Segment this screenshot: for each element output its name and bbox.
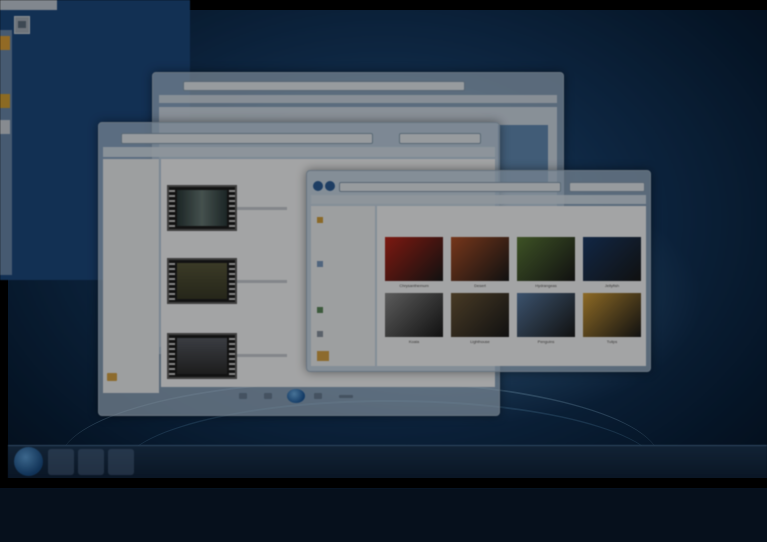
search-input[interactable] xyxy=(569,182,645,192)
toolbar xyxy=(159,95,557,103)
photo-caption: Lighthouse xyxy=(470,339,490,344)
video-meta xyxy=(237,354,287,357)
folder-icon xyxy=(107,373,117,381)
photo-caption: Hydrangeas xyxy=(535,283,557,288)
video-meta xyxy=(237,207,287,210)
photo-thumbnail[interactable] xyxy=(583,237,641,281)
search-input[interactable] xyxy=(399,133,481,144)
start-button[interactable] xyxy=(14,447,43,476)
breadcrumb[interactable] xyxy=(339,182,561,192)
stop-icon[interactable] xyxy=(264,393,272,399)
video-meta xyxy=(237,280,287,283)
photo-caption: Desert xyxy=(474,283,486,288)
favorites-icon xyxy=(317,217,323,223)
homegroup-icon xyxy=(317,307,323,313)
photo-caption: Penguins xyxy=(537,339,555,344)
photo-caption: Koala xyxy=(408,339,420,344)
video-thumbnail[interactable] xyxy=(167,185,237,231)
secondary-screen-strip xyxy=(0,30,12,275)
thumbnail-icon xyxy=(0,94,10,108)
photo-caption: Chrysanthemum xyxy=(399,283,429,288)
photo-thumbnail[interactable] xyxy=(583,293,641,337)
photo-caption: Jellyfish xyxy=(604,283,620,288)
back-arrow-icon[interactable] xyxy=(313,181,323,191)
media-player-icon[interactable] xyxy=(108,449,134,475)
next-icon[interactable] xyxy=(314,393,322,399)
secondary-screen-header xyxy=(0,0,57,10)
taskbar xyxy=(8,445,767,479)
recycle-bin-icon[interactable] xyxy=(14,16,30,34)
photo-thumbnail[interactable] xyxy=(517,237,575,281)
toolbar xyxy=(103,147,495,157)
photo-thumbnail[interactable] xyxy=(385,237,443,281)
photo-caption: Tulips xyxy=(606,339,618,344)
ie-icon[interactable] xyxy=(48,449,74,475)
thumbnail-icon xyxy=(0,36,10,50)
libraries-icon xyxy=(317,261,323,267)
forward-arrow-icon[interactable] xyxy=(325,181,335,191)
toolbar xyxy=(311,195,646,204)
volume-slider[interactable] xyxy=(339,395,353,398)
folder-icon xyxy=(317,351,329,361)
navigation-pane xyxy=(103,159,159,393)
photo-thumbnail[interactable] xyxy=(517,293,575,337)
thumbnail-icon xyxy=(0,120,10,134)
video-thumbnail[interactable] xyxy=(167,258,237,304)
previous-icon[interactable] xyxy=(239,393,247,399)
play-icon[interactable] xyxy=(287,389,305,403)
address-bar[interactable] xyxy=(121,133,373,144)
photo-thumbnail[interactable] xyxy=(385,293,443,337)
screen-bezel-bottom xyxy=(0,478,767,488)
address-bar[interactable] xyxy=(183,81,465,91)
pictures-library-window[interactable]: Chrysanthemum Desert Hydrangeas Jellyfis… xyxy=(306,170,651,372)
explorer-icon[interactable] xyxy=(78,449,104,475)
navigation-pane xyxy=(311,206,375,366)
video-thumbnail[interactable] xyxy=(167,333,237,379)
computer-icon xyxy=(317,331,323,337)
photo-thumbnail[interactable] xyxy=(451,237,509,281)
photo-thumbnail[interactable] xyxy=(451,293,509,337)
